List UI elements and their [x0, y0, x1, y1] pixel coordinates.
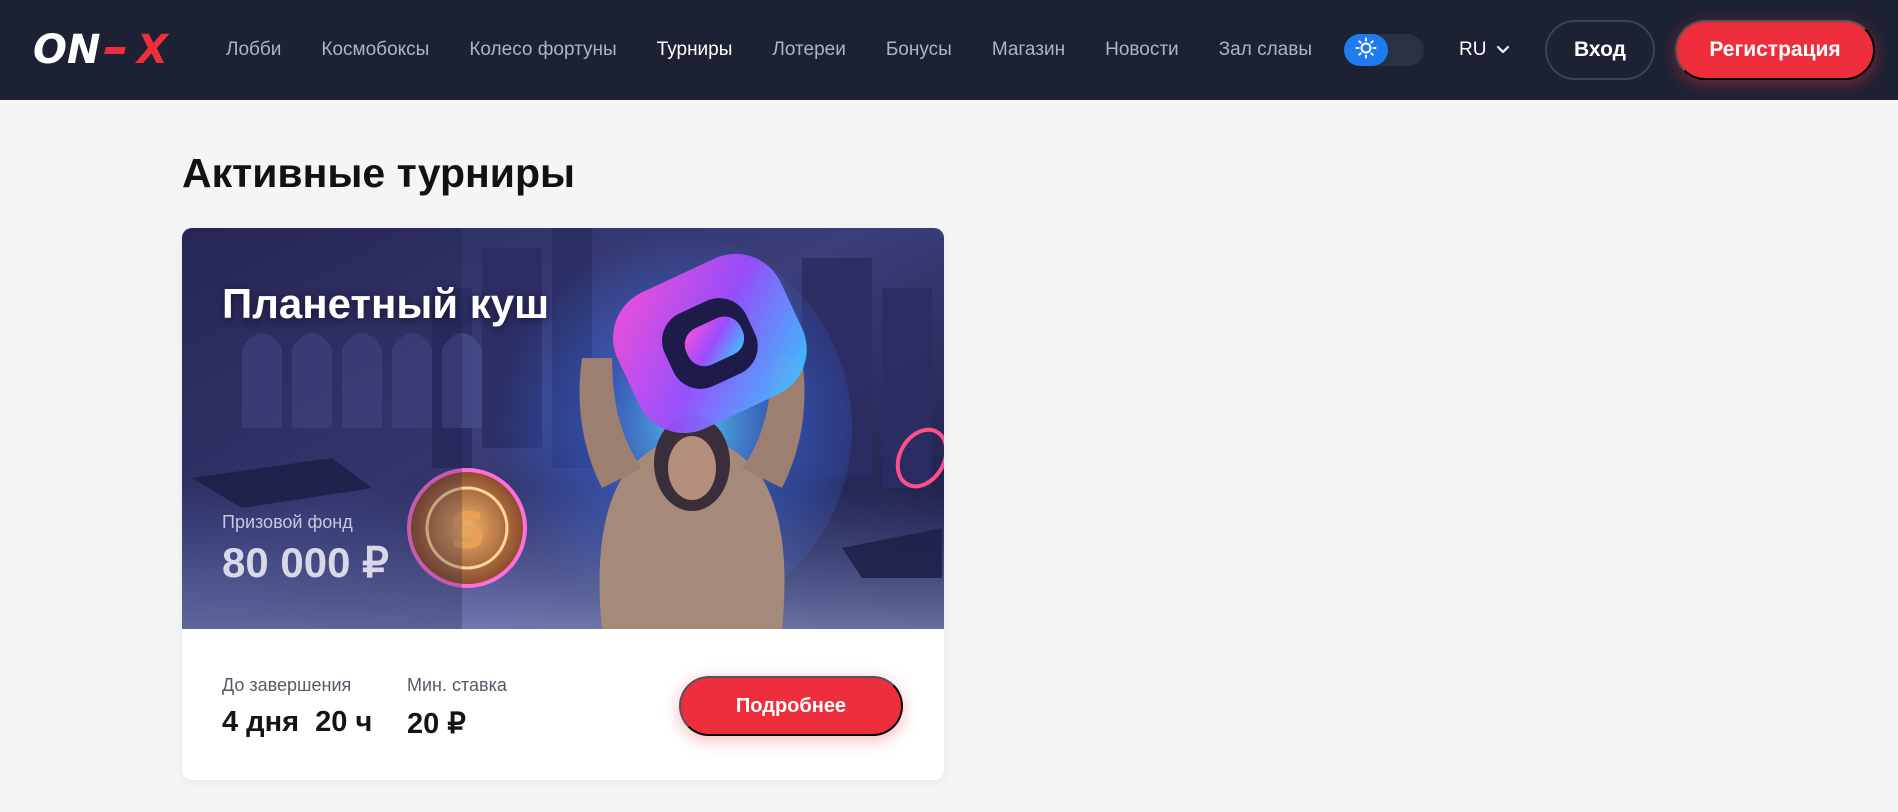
language-label: RU — [1459, 39, 1487, 60]
on-x-logo[interactable]: ON X — [33, 27, 193, 73]
nav-item-shop[interactable]: Магазин — [992, 39, 1065, 61]
chevron-down-icon — [1486, 39, 1510, 61]
nav-item-news[interactable]: Новости — [1105, 39, 1179, 61]
tournament-banner[interactable]: S Планетный куш Призовой фонд 80 000 ₽ — [182, 228, 944, 629]
top-header: ON X Лобби Космобоксы Колесо фортуны Тур… — [0, 0, 1898, 100]
nav-item-lobby[interactable]: Лобби — [226, 39, 281, 61]
register-button[interactable]: Регистрация — [1675, 20, 1875, 80]
min-bet-block: Мин. ставка 20 ₽ — [407, 675, 507, 741]
nav-item-lotteries[interactable]: Лотереи — [772, 39, 845, 61]
nav-item-fortune-wheel[interactable]: Колесо фортуны — [469, 39, 616, 61]
tournament-title: Планетный куш — [222, 280, 550, 327]
prize-fund-label: Призовой фонд — [222, 512, 353, 532]
min-bet-label: Мин. ставка — [407, 675, 507, 695]
min-bet-value: 20 ₽ — [407, 708, 466, 740]
ends-in-block: До завершения 4 дня 20 ч — [222, 675, 372, 739]
page-title: Активные турниры — [182, 150, 576, 196]
nav-item-cosmoboxes[interactable]: Космобоксы — [321, 39, 429, 61]
tournament-card[interactable]: S Планетный куш Призовой фонд 80 000 ₽ Д… — [182, 228, 944, 780]
nav-item-bonuses[interactable]: Бонусы — [886, 39, 952, 61]
theme-toggle-knob — [1344, 34, 1388, 66]
nav-item-tournaments[interactable]: Турниры — [657, 39, 733, 61]
theme-toggle[interactable] — [1344, 34, 1424, 66]
sun-icon — [1355, 37, 1377, 64]
svg-text:X: X — [134, 28, 170, 70]
details-button[interactable]: Подробнее — [679, 676, 903, 736]
svg-text:ON: ON — [33, 28, 100, 70]
ends-in-label: До завершения — [222, 675, 352, 695]
language-selector[interactable]: RU — [1459, 36, 1510, 64]
prize-fund-value: 80 000 ₽ — [222, 539, 389, 586]
ends-in-value: 4 дня 20 ч — [222, 706, 373, 738]
main-nav: Лобби Космобоксы Колесо фортуны Турниры … — [226, 0, 1352, 100]
login-button[interactable]: Вход — [1545, 20, 1655, 80]
nav-item-hall-of-fame[interactable]: Зал славы — [1219, 39, 1312, 61]
